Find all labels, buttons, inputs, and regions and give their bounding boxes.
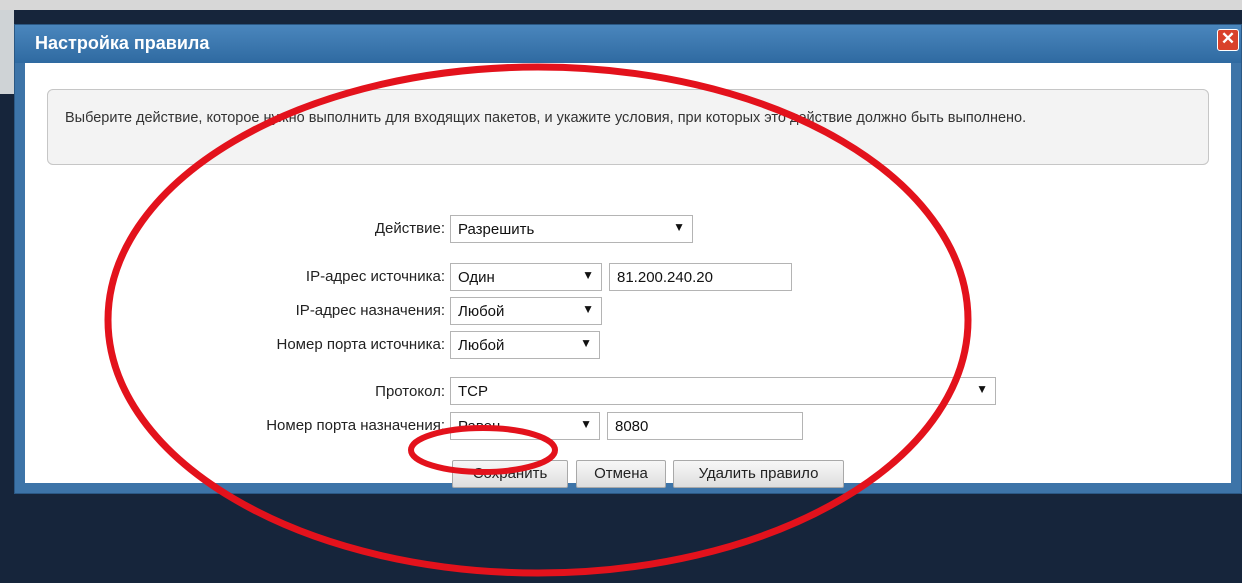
chevron-down-icon: ▼	[976, 382, 988, 396]
chevron-down-icon: ▼	[580, 336, 592, 350]
action-value: Разрешить	[458, 221, 535, 238]
dest-port-input[interactable]: 8080	[607, 412, 803, 440]
protocol-select[interactable]: TCP ▼	[450, 377, 996, 405]
dialog-title: Настройка правила	[35, 33, 210, 53]
background-strip	[0, 0, 1242, 10]
source-port-mode-select[interactable]: Любой ▼	[450, 331, 600, 359]
source-ip-mode-value: Один	[458, 269, 495, 286]
protocol-label: Протокол:	[375, 383, 445, 400]
chevron-down-icon: ▼	[580, 417, 592, 431]
background-panel	[0, 10, 14, 94]
protocol-value: TCP	[458, 383, 488, 400]
dest-port-mode-value: Равен	[458, 418, 501, 435]
dest-port-label: Номер порта назначения:	[266, 417, 445, 434]
chevron-down-icon: ▼	[582, 302, 594, 316]
source-port-label: Номер порта источника:	[276, 336, 445, 353]
dest-ip-label: IP-адрес назначения:	[295, 302, 445, 319]
dest-ip-mode-value: Любой	[458, 303, 505, 320]
dest-port-mode-select[interactable]: Равен ▼	[450, 412, 600, 440]
dest-port-value: 8080	[615, 418, 649, 435]
action-label: Действие:	[374, 220, 445, 237]
dest-ip-mode-select[interactable]: Любой ▼	[450, 297, 602, 325]
rule-settings-dialog: Настройка правила ✕ Выберите действие, к…	[14, 24, 1242, 494]
save-button[interactable]: Сохранить	[452, 460, 568, 488]
close-icon[interactable]: ✕	[1217, 29, 1239, 51]
action-select[interactable]: Разрешить ▼	[450, 215, 693, 243]
cancel-button[interactable]: Отмена	[576, 460, 666, 488]
info-message: Выберите действие, которое нужно выполни…	[47, 89, 1209, 165]
source-ip-label: IP-адрес источника:	[305, 268, 445, 285]
dialog-titlebar: Настройка правила ✕	[15, 25, 1241, 63]
chevron-down-icon: ▼	[673, 220, 685, 234]
dialog-content: Выберите действие, которое нужно выполни…	[25, 63, 1231, 488]
source-ip-input[interactable]: 81.200.240.20	[609, 263, 792, 291]
source-ip-value: 81.200.240.20	[617, 269, 713, 286]
source-ip-mode-select[interactable]: Один ▼	[450, 263, 602, 291]
chevron-down-icon: ▼	[582, 268, 594, 282]
delete-rule-button[interactable]: Удалить правило	[673, 460, 844, 488]
source-port-mode-value: Любой	[458, 337, 505, 354]
